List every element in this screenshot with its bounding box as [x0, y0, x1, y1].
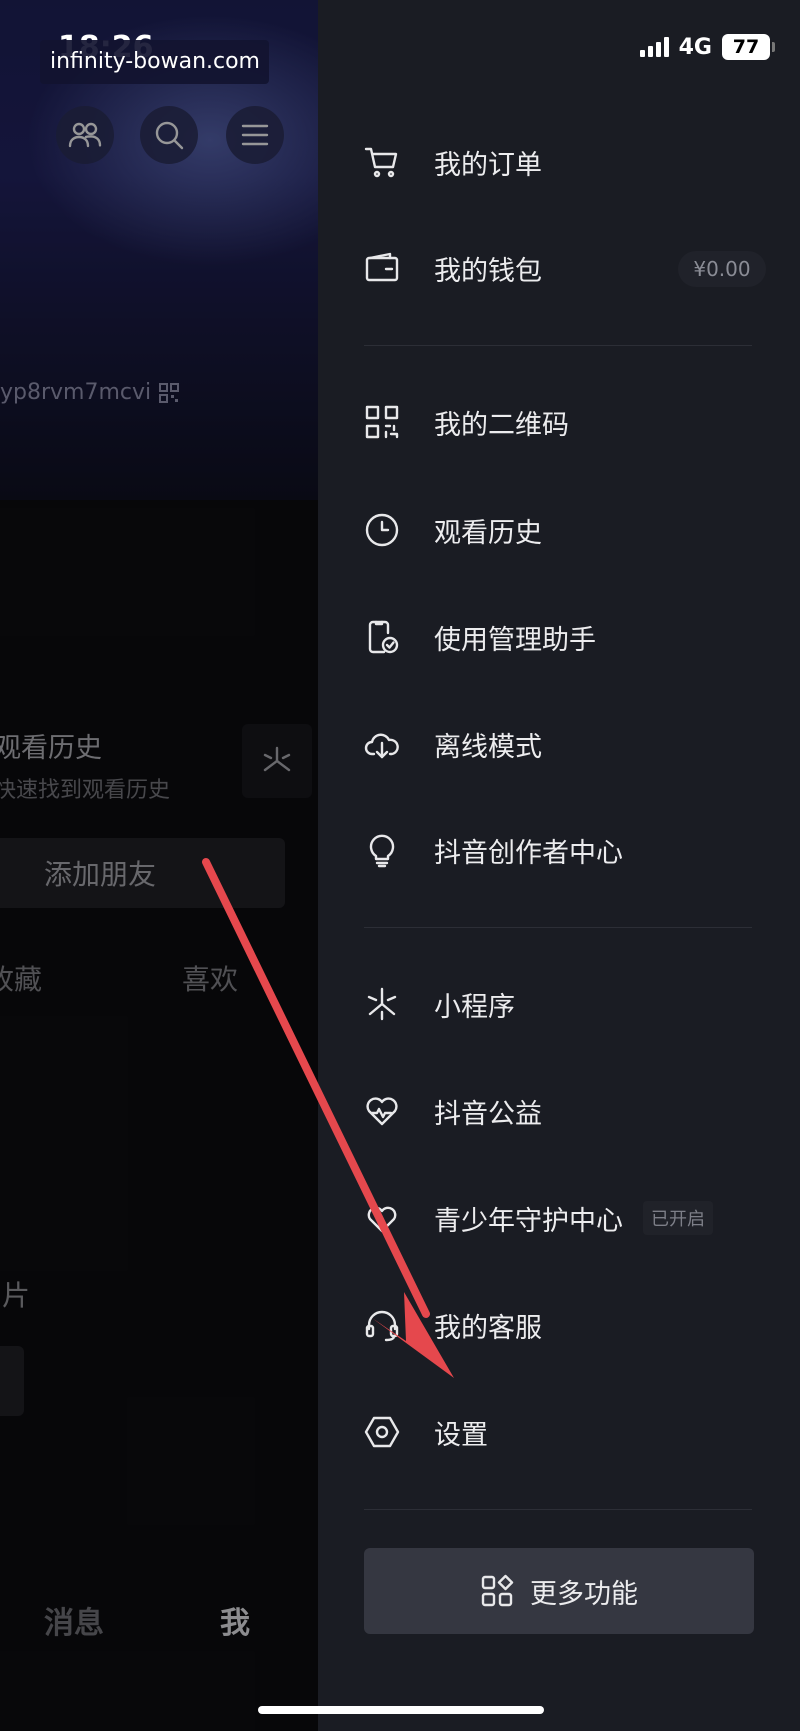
settings-hex-icon	[364, 1414, 400, 1450]
menu-item-label: 我的钱包	[434, 255, 542, 287]
menu-item-label: 使用管理助手	[434, 624, 596, 656]
menu-item-mini-programs[interactable]: 小程序	[364, 974, 764, 1034]
menu-item-label: 我的客服	[434, 1312, 542, 1344]
wallet-balance: ¥0.00	[678, 251, 766, 287]
phone-check-icon	[364, 619, 400, 655]
shield-heart-icon	[364, 1200, 400, 1236]
heart-icon	[364, 1093, 400, 1129]
menu-item-charity[interactable]: 抖音公益	[364, 1081, 764, 1141]
menu-item-label: 观看历史	[434, 517, 542, 549]
menu-item-youth-protection[interactable]: 青少年守护中心 已开启	[364, 1188, 764, 1248]
qrcode-icon	[364, 404, 400, 440]
battery-level: 77	[732, 36, 760, 58]
wallet-icon	[364, 250, 400, 286]
menu-item-label: 我的二维码	[434, 409, 569, 441]
more-features-button[interactable]: 更多功能	[364, 1548, 754, 1634]
status-badge: 已开启	[643, 1201, 713, 1235]
grid-apps-icon	[481, 1574, 514, 1607]
cloud-download-icon	[364, 726, 400, 762]
menu-item-usage-manager[interactable]: 使用管理助手	[364, 607, 764, 667]
menu-item-label: 我的订单	[434, 149, 542, 181]
menu-item-label: 抖音创作者中心	[434, 837, 623, 869]
menu-item-label: 抖音公益	[434, 1098, 542, 1130]
menu-item-label: 小程序	[434, 991, 515, 1023]
miniprogram-icon	[364, 986, 400, 1022]
clock-icon	[364, 512, 400, 548]
watermark: infinity-bowan.com	[40, 40, 269, 84]
headset-icon	[364, 1307, 400, 1343]
menu-item-orders[interactable]: 我的订单	[364, 132, 764, 192]
menu-item-qrcode[interactable]: 我的二维码	[364, 392, 764, 452]
more-features-label: 更多功能	[530, 1578, 638, 1610]
divider	[364, 1509, 752, 1510]
divider	[364, 345, 752, 346]
cart-icon	[364, 144, 400, 180]
menu-item-label: 青少年守护中心	[434, 1205, 623, 1237]
lightbulb-icon	[364, 832, 400, 868]
signal-icon	[639, 37, 669, 57]
menu-item-creator-center[interactable]: 抖音创作者中心	[364, 820, 764, 880]
dim-overlay[interactable]	[0, 0, 318, 1731]
status-bar-right: 4G 77	[639, 34, 775, 60]
menu-item-history[interactable]: 观看历史	[364, 500, 764, 560]
menu-item-offline-mode[interactable]: 离线模式	[364, 714, 764, 774]
menu-item-settings[interactable]: 设置	[364, 1402, 764, 1462]
menu-item-customer-service[interactable]: 我的客服	[364, 1295, 764, 1355]
divider	[364, 927, 752, 928]
home-indicator[interactable]	[258, 1706, 544, 1714]
menu-item-label: 设置	[434, 1419, 488, 1451]
menu-item-label: 离线模式	[434, 731, 542, 763]
battery-icon: 77	[722, 34, 775, 60]
profile-page-dimmed: yp8rvm7mcvi 观看历史 快速找到观看历史 添加朋友 收藏 喜欢 片 消…	[0, 0, 318, 1731]
network-type: 4G	[678, 34, 712, 60]
